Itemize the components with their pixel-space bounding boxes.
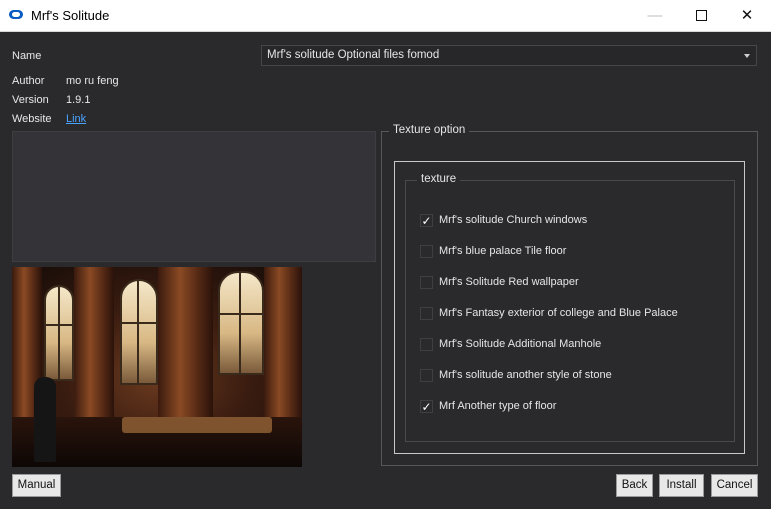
preview-image <box>12 267 302 467</box>
texture-option-group-title: Texture option <box>389 124 470 136</box>
option-label: Mrf Another type of floor <box>439 400 557 412</box>
option-label: Mrf's Solitude Additional Manhole <box>439 338 602 350</box>
checkbox[interactable] <box>420 338 433 351</box>
checkbox[interactable] <box>420 245 433 258</box>
version-value: 1.9.1 <box>66 94 91 106</box>
option-label: Mrf's blue palace Tile floor <box>439 245 567 257</box>
app-logo-icon <box>9 10 23 19</box>
checkbox[interactable]: ✓ <box>420 214 433 227</box>
checkbox[interactable] <box>420 276 433 289</box>
author-value: mo ru feng <box>66 75 119 87</box>
checkbox[interactable] <box>420 307 433 320</box>
minimize-button[interactable]: — <box>632 0 678 31</box>
window-title: Mrf's Solitude <box>31 8 110 23</box>
install-button[interactable]: Install <box>659 474 704 497</box>
checkbox[interactable] <box>420 369 433 382</box>
checkmark-icon: ✓ <box>421 400 432 414</box>
back-button[interactable]: Back <box>616 474 653 497</box>
website-link[interactable]: Link <box>66 113 86 125</box>
title-bar: Mrf's Solitude — ✕ <box>0 0 771 32</box>
name-select[interactable]: Mrf's solitude Optional files fomod <box>261 45 757 66</box>
website-label: Website <box>12 113 52 125</box>
author-label: Author <box>12 75 45 87</box>
name-select-value: Mrf's solitude Optional files fomod <box>267 49 440 61</box>
option-label: Mrf's Fantasy exterior of college and Bl… <box>439 307 678 319</box>
name-label: Name <box>12 50 42 62</box>
manual-button[interactable]: Manual <box>12 474 61 497</box>
maximize-button[interactable] <box>678 0 724 31</box>
option-label: Mrf's solitude another style of stone <box>439 369 612 381</box>
option-label: Mrf's Solitude Red wallpaper <box>439 276 579 288</box>
cancel-button[interactable]: Cancel <box>711 474 758 497</box>
checkmark-icon: ✓ <box>421 214 432 228</box>
maximize-icon <box>695 9 707 21</box>
option-label: Mrf's solitude Church windows <box>439 214 588 226</box>
checkbox[interactable]: ✓ <box>420 400 433 413</box>
texture-subgroup-title: texture <box>417 173 461 185</box>
chevron-down-icon <box>744 54 750 58</box>
version-label: Version <box>12 94 49 106</box>
description-box <box>12 131 376 262</box>
close-button[interactable]: ✕ <box>724 0 770 31</box>
